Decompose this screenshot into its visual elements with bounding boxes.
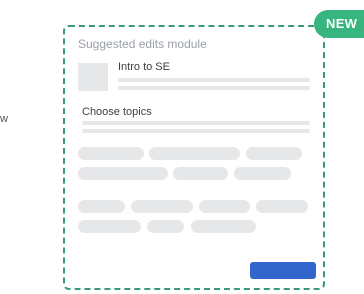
topic-chip-placeholder[interactable]	[256, 200, 308, 213]
topic-chip-placeholder[interactable]	[78, 200, 125, 213]
article-description-placeholder-line	[118, 86, 310, 90]
cropped-text-fragment: w	[0, 113, 8, 125]
topic-chip-placeholder[interactable]	[78, 167, 168, 180]
page: w Suggested edits module Intro to SE Cho…	[0, 0, 364, 294]
choose-topics-heading: Choose topics	[82, 106, 152, 118]
topic-chip-placeholder[interactable]	[131, 200, 193, 213]
topic-chip-placeholder[interactable]	[78, 220, 141, 233]
primary-action-button[interactable]	[250, 262, 316, 279]
topic-chip-placeholder[interactable]	[199, 200, 250, 213]
topic-chip-placeholder[interactable]	[147, 220, 184, 233]
article-thumbnail-placeholder	[78, 63, 108, 91]
topic-chip-placeholder[interactable]	[173, 167, 228, 180]
topic-chip-placeholder[interactable]	[78, 147, 144, 160]
suggested-edits-module-card: Suggested edits module Intro to SE Choos…	[63, 25, 325, 290]
topics-description-placeholder-line	[82, 129, 310, 133]
topic-chip-placeholder[interactable]	[191, 220, 256, 233]
article-title: Intro to SE	[118, 61, 170, 73]
topics-description-placeholder-line	[82, 121, 310, 125]
module-title: Suggested edits module	[78, 37, 207, 51]
topic-chip-placeholder[interactable]	[234, 167, 291, 180]
topic-chip-placeholder[interactable]	[246, 147, 302, 160]
article-description-placeholder-line	[118, 78, 310, 82]
topic-chip-placeholder[interactable]	[149, 147, 240, 160]
new-badge: NEW	[314, 10, 364, 38]
